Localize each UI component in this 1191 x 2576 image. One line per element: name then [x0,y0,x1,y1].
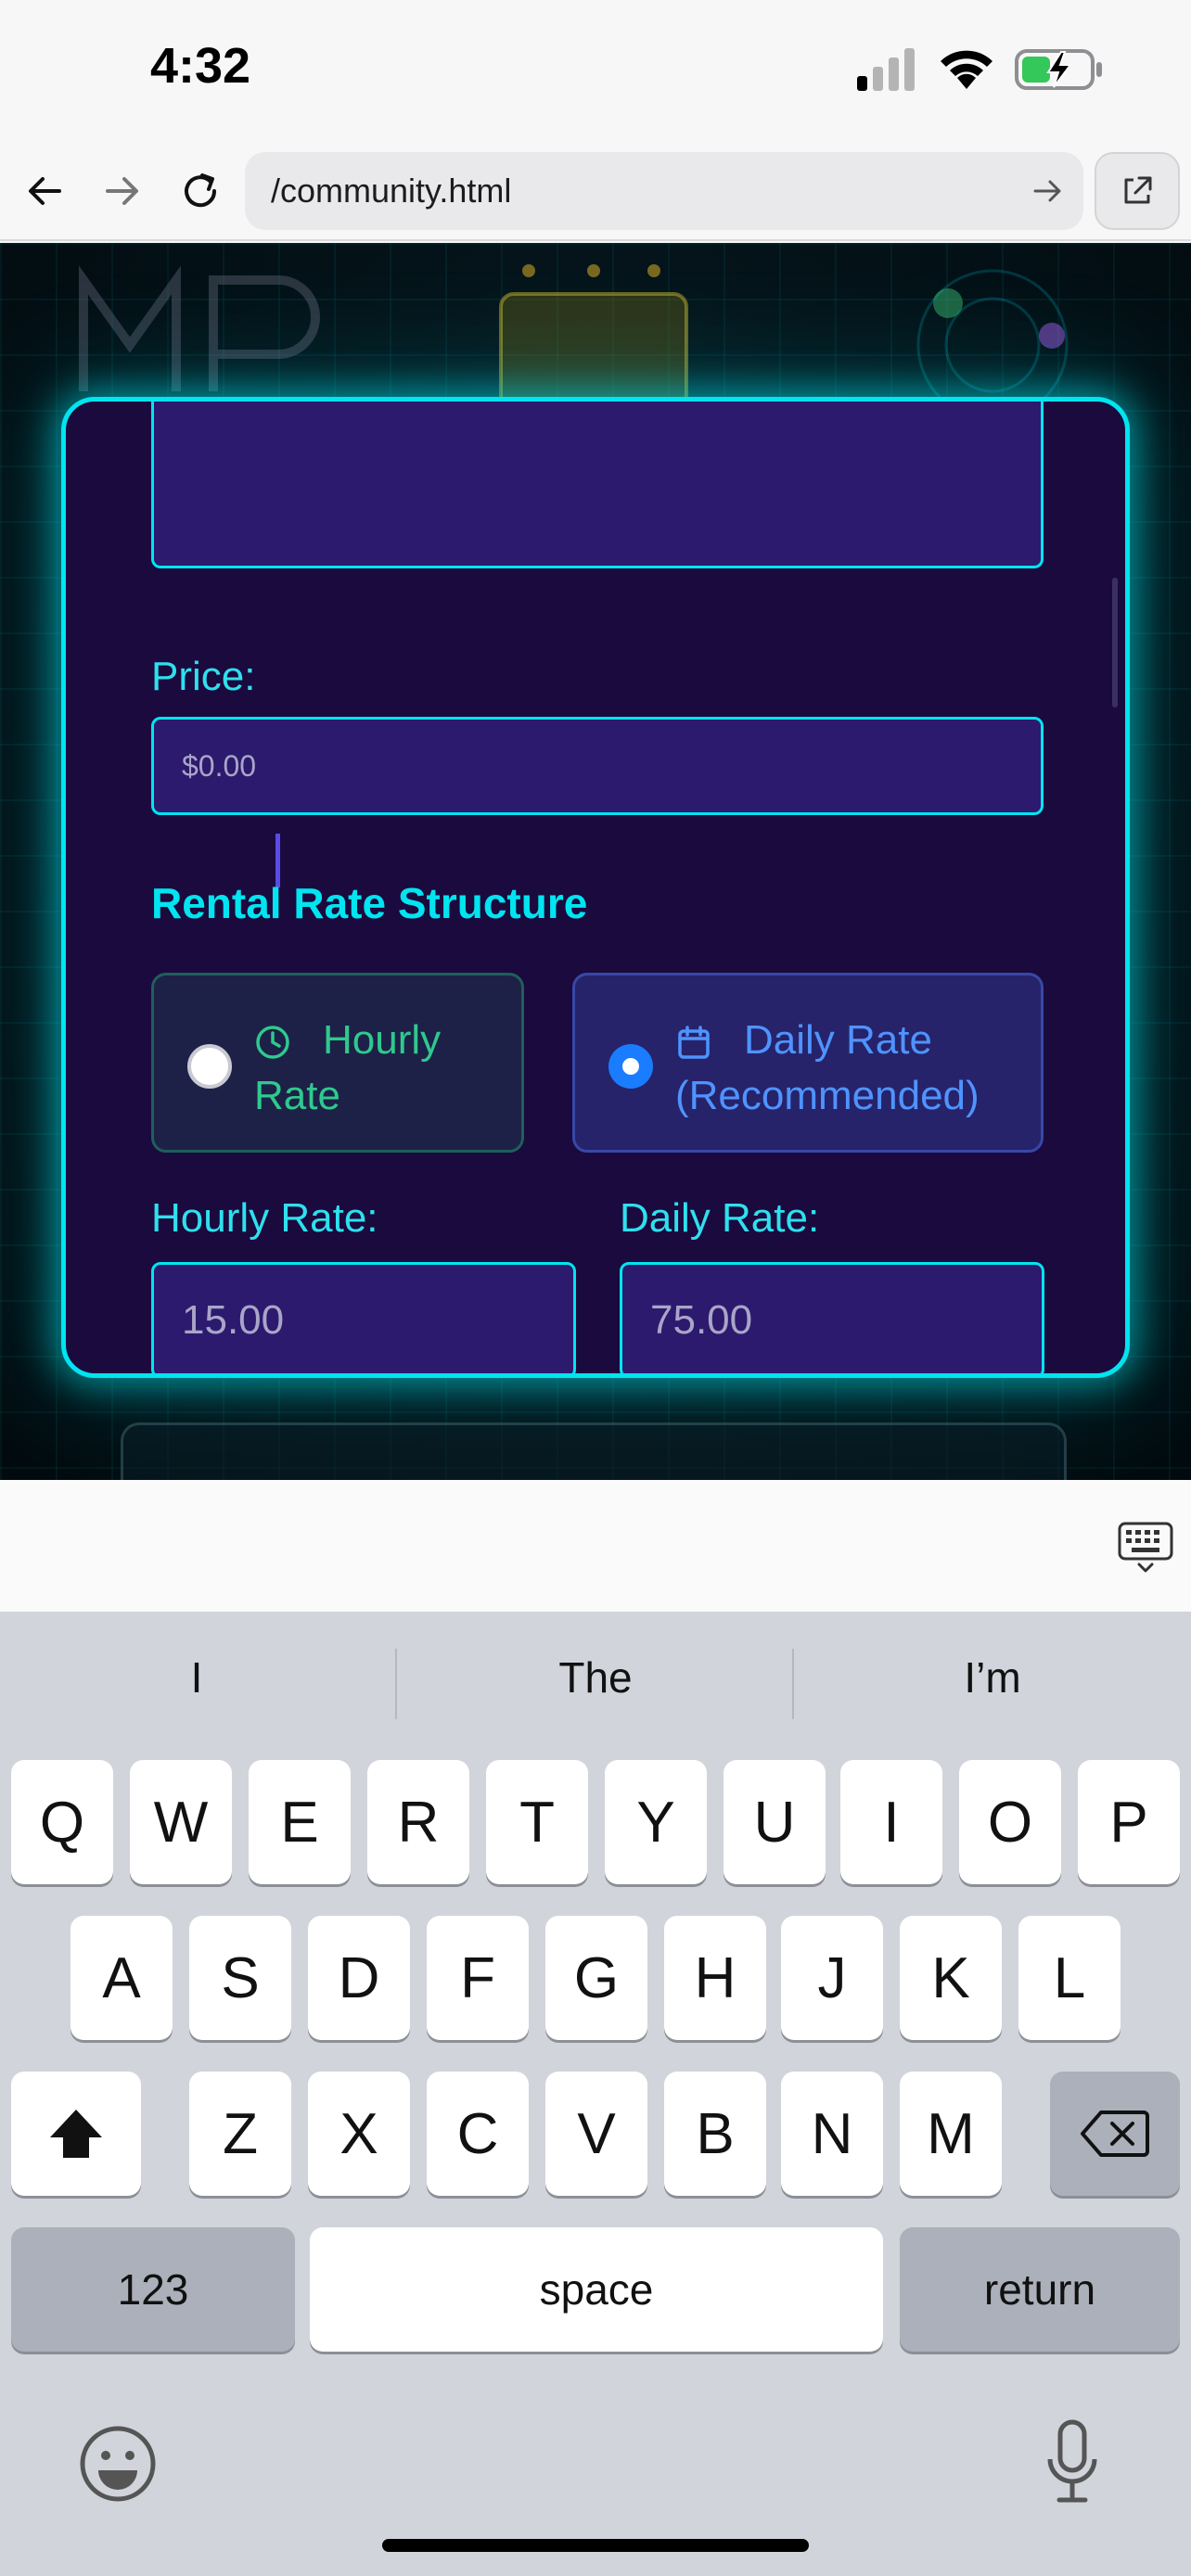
key-u[interactable]: U [724,1760,826,1884]
key-l[interactable]: L [1018,1916,1121,2040]
key-s[interactable]: S [189,1916,291,2040]
numbers-key[interactable]: 123 [11,2227,295,2352]
key-w[interactable]: W [130,1760,232,1884]
microphone-icon[interactable] [1044,2418,1100,2506]
key-f[interactable]: F [427,1916,529,2040]
return-key[interactable]: return [900,2227,1180,2352]
cellular-signal-icon [857,48,915,91]
key-a[interactable]: A [70,1916,173,2040]
key-n[interactable]: N [781,2072,883,2196]
shift-icon [50,2110,102,2158]
shift-key[interactable] [11,2072,141,2196]
key-k[interactable]: K [900,1916,1002,2040]
daily-rate-option[interactable]: Daily Rate (Recommended) [572,973,1044,1153]
daily-rate-placeholder: 75.00 [650,1297,753,1343]
key-b[interactable]: B [664,2072,766,2196]
forward-button[interactable] [93,161,152,221]
status-bar: 4:32 [0,0,1191,139]
hourly-rate-input[interactable]: 15.00 [151,1262,576,1373]
background-card [121,1422,1067,1480]
back-button[interactable] [15,161,74,221]
description-textarea[interactable] [151,402,1044,568]
url-text: /community.html [271,172,512,210]
suggestion-3[interactable]: I’m [798,1652,1187,1702]
open-external-icon [1124,176,1152,204]
scroll-indicator[interactable] [1112,578,1118,708]
key-z[interactable]: Z [189,2072,291,2196]
key-v[interactable]: V [545,2072,647,2196]
keyboard-dismiss-icon[interactable] [1117,1521,1174,1575]
key-y[interactable]: Y [605,1760,707,1884]
hourly-rate-option[interactable]: Hourly Rate [151,973,524,1153]
home-indicator [382,2539,809,2552]
key-g[interactable]: G [545,1916,647,2040]
key-c[interactable]: C [427,2072,529,2196]
price-input[interactable]: $0.00 [151,717,1044,815]
key-m[interactable]: M [900,2072,1002,2196]
key-o[interactable]: O [959,1760,1061,1884]
price-placeholder: $0.00 [182,748,257,783]
key-p[interactable]: P [1078,1760,1180,1884]
suggestion-2[interactable]: The [401,1652,790,1702]
key-e[interactable]: E [249,1760,351,1884]
arrow-right-icon [106,177,138,205]
hourly-rate-label: Hourly Rate: [151,1195,378,1241]
arrow-left-icon [29,177,61,205]
hourly-rate-radio[interactable] [187,1044,232,1089]
reload-icon [185,173,217,208]
suggestion-divider [792,1649,794,1719]
battery-charging-icon [1015,49,1102,90]
suggestion-divider [395,1649,397,1719]
key-d[interactable]: D [308,1916,410,2040]
listing-form-modal: Price: $0.00 Rental Rate Structure Hourl… [61,397,1130,1378]
go-arrow-icon[interactable] [1030,172,1067,210]
daily-rate-label: Daily Rate: [620,1195,820,1241]
backspace-icon [1081,2111,1149,2157]
onscreen-keyboard: I The I’m Q W E R T Y U I O P A S D F G … [0,1612,1191,2576]
url-field[interactable]: /community.html [245,152,1083,230]
browser-toolbar: /community.html [0,139,1191,241]
key-q[interactable]: Q [11,1760,113,1884]
daily-rate-option-label: Daily Rate (Recommended) [675,1017,980,1118]
key-x[interactable]: X [308,2072,410,2196]
status-time: 4:32 [150,38,251,94]
key-i[interactable]: I [840,1760,942,1884]
reload-button[interactable] [171,161,230,221]
emoji-icon[interactable] [78,2424,158,2504]
keyboard-accessory-bar [0,1480,1191,1612]
web-page: Price: $0.00 Rental Rate Structure Hourl… [0,243,1191,1480]
space-key[interactable]: space [310,2227,883,2352]
open-external-button[interactable] [1095,152,1180,230]
price-label: Price: [151,654,256,699]
hourly-rate-placeholder: 15.00 [182,1297,285,1343]
suggestion-1[interactable]: I [2,1652,391,1702]
backspace-key[interactable] [1050,2072,1180,2196]
key-t[interactable]: T [486,1760,588,1884]
key-r[interactable]: R [367,1760,469,1884]
wifi-icon [941,50,992,89]
daily-rate-radio[interactable] [608,1044,653,1089]
key-j[interactable]: J [781,1916,883,2040]
daily-rate-input[interactable]: 75.00 [620,1262,1044,1373]
rental-rate-heading: Rental Rate Structure [151,879,588,927]
hourly-rate-option-label: Hourly Rate [254,1017,442,1118]
key-h[interactable]: H [664,1916,766,2040]
